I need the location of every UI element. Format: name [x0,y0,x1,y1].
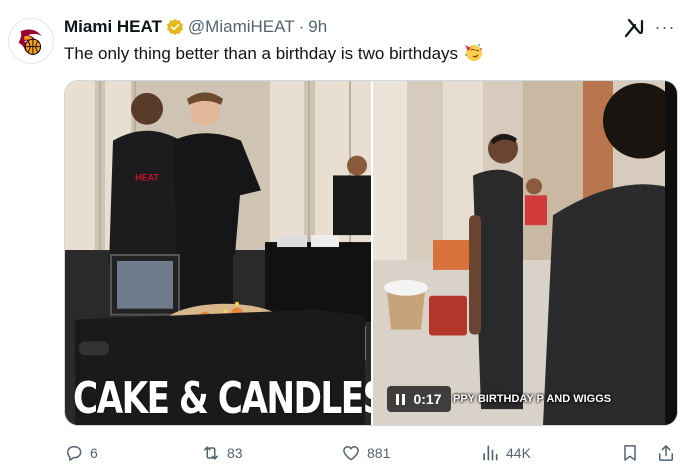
media-grid[interactable]: HEAT CAKE & CANDLES 0:17 PPY BIRTHDAY P … [64,80,678,426]
svg-text:HEAT: HEAT [135,172,159,182]
repost-icon [204,446,218,460]
reply-icon [67,446,82,461]
pause-icon [396,393,406,405]
views-count: 44K [506,445,531,461]
video-caption-overlay: CAKE & CANDLES [73,373,371,424]
video-subtitle: PPY BIRTHDAY P AND WIGGS [453,393,612,405]
reply-button[interactable]: 6 [64,438,98,468]
views-button[interactable]: 44K [480,438,531,468]
author-handle[interactable]: @MiamiHEAT [188,17,295,37]
separator-dot: · [298,17,305,36]
video-timestamp: 0:17 [413,391,442,407]
repost-button[interactable]: 83 [201,438,243,468]
tweet-actions: 6 83 881 44K [64,438,678,468]
author-avatar[interactable] [8,18,54,64]
grok-icon[interactable] [623,17,645,39]
tweet-text-content: The only thing better than a birthday is… [64,44,459,63]
reply-count: 6 [90,445,98,461]
heart-icon [343,446,359,461]
share-button[interactable] [656,438,676,468]
video-frame [373,81,677,425]
tweet-header: Miami HEAT @MiamiHEAT · 9h [64,16,327,38]
video-happy-birthday[interactable] [373,81,677,425]
video-controls: 0:17 PPY BIRTHDAY P AND WIGGS [387,386,611,412]
post-time[interactable]: 9h [308,17,327,37]
bookmark-icon [624,445,636,461]
photo-cake-and-candles[interactable]: HEAT CAKE & CANDLES [65,81,371,425]
more-options-icon[interactable]: ··· [652,16,678,38]
like-button[interactable]: 881 [341,438,390,468]
like-count: 881 [367,445,391,461]
share-icon [659,445,673,461]
miami-heat-logo [9,19,53,63]
views-chart-icon [483,445,498,461]
tweet-text: The only thing better than a birthday is… [64,42,483,65]
verified-badge-icon [166,18,183,36]
pause-button[interactable]: 0:17 [387,386,451,412]
bookmark-button[interactable] [620,438,640,468]
party-face-emoji [464,44,482,61]
repost-count: 83 [227,445,243,461]
author-name[interactable]: Miami HEAT [64,17,162,37]
